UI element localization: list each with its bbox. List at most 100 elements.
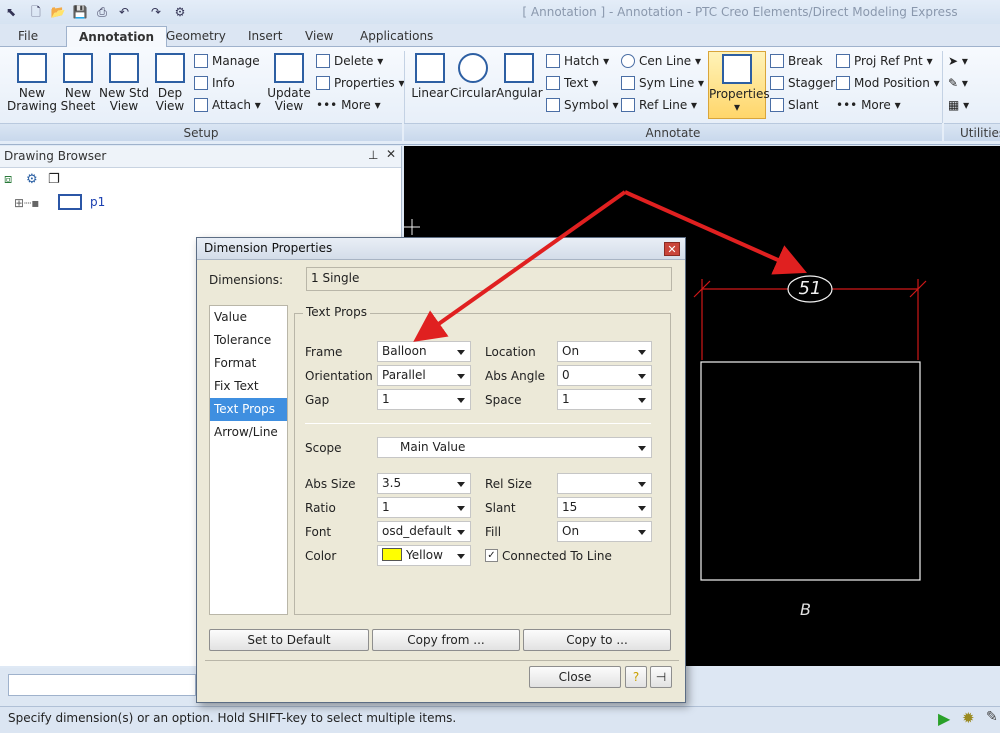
mod-position-button[interactable]: Mod Position ▾	[836, 74, 940, 92]
circular-button[interactable]: Circular	[450, 51, 496, 100]
property-nav: Value Tolerance Format Fix Text Text Pro…	[209, 305, 288, 615]
angular-button[interactable]: Angular	[496, 51, 543, 100]
dep-view-button[interactable]: Dep View	[150, 51, 190, 113]
new-sheet-button[interactable]: New Sheet	[58, 51, 98, 113]
table-tool-icon[interactable]: ▦ ▾	[948, 96, 969, 114]
ref-line-button[interactable]: Ref Line ▾	[621, 96, 697, 114]
attach-button[interactable]: Attach ▾	[194, 96, 261, 114]
slant-dropdown[interactable]: 15	[557, 497, 652, 518]
nav-item-format[interactable]: Format	[210, 352, 287, 375]
set-to-default-button[interactable]: Set to Default	[209, 629, 369, 651]
filter-icon[interactable]: ⚙	[26, 172, 38, 187]
dialog-close-icon[interactable]: ✕	[664, 242, 680, 256]
frame-dropdown[interactable]: Balloon	[377, 341, 471, 362]
mod-position-icon	[836, 76, 850, 90]
bug-icon[interactable]: ✹	[962, 709, 975, 727]
nav-item-tolerance[interactable]: Tolerance	[210, 329, 287, 352]
symbol-icon	[546, 98, 560, 112]
stagger-button[interactable]: Stagger	[770, 74, 835, 92]
ribbon: New Drawing New Sheet New Std View Dep V…	[0, 47, 1000, 145]
view-outline[interactable]	[700, 361, 921, 581]
text-button[interactable]: Text ▾	[546, 74, 598, 92]
fill-dropdown[interactable]: On	[557, 521, 652, 542]
edit-tool-icon[interactable]: ✎ ▾	[948, 74, 968, 92]
gap-dropdown[interactable]: 1	[377, 389, 471, 410]
orientation-dropdown[interactable]: Parallel	[377, 365, 471, 386]
angular-dimension-icon	[504, 53, 534, 83]
nav-item-value[interactable]: Value	[210, 306, 287, 329]
slant-button[interactable]: Slant	[770, 96, 819, 114]
chevron-down-icon	[457, 554, 465, 559]
tab-applications[interactable]: Applications	[348, 26, 445, 47]
properties-button[interactable]: Properties ▾	[708, 51, 770, 119]
abs-angle-dropdown[interactable]: 0	[557, 365, 652, 386]
cen-line-button[interactable]: Cen Line ▾	[621, 52, 701, 70]
connected-checkbox[interactable]: ✓	[485, 549, 498, 562]
chevron-down-icon	[638, 350, 646, 355]
fill-label: Fill	[485, 525, 502, 539]
more-annotate-button[interactable]: ••• More ▾	[836, 96, 901, 114]
new-std-view-button[interactable]: New Std View	[98, 51, 150, 113]
more-status-icon[interactable]: ✎	[986, 709, 998, 725]
rel-size-dropdown[interactable]	[557, 473, 652, 494]
tab-insert[interactable]: Insert	[236, 26, 294, 47]
location-dropdown[interactable]: On	[557, 341, 652, 362]
linear-button[interactable]: Linear	[410, 51, 450, 100]
proj-ref-pnt-button[interactable]: Proj Ref Pnt ▾	[836, 52, 933, 70]
font-dropdown[interactable]: osd_default	[377, 521, 471, 542]
nav-item-text-props[interactable]: Text Props	[210, 398, 287, 421]
more-setup-button[interactable]: ••• More ▾	[316, 96, 381, 114]
dep-view-icon	[155, 53, 185, 83]
properties-small-button[interactable]: Properties ▾	[316, 74, 405, 92]
tree-node-p1[interactable]: p1	[90, 195, 105, 209]
group-title: Text Props	[303, 305, 370, 319]
abs-size-dropdown[interactable]: 3.5	[377, 473, 471, 494]
nav-item-arrow-line[interactable]: Arrow/Line	[210, 421, 287, 444]
symmetry-line-icon	[621, 76, 635, 90]
slant-label: Slant	[485, 501, 516, 515]
sym-line-button[interactable]: Sym Line ▾	[621, 74, 704, 92]
tab-file[interactable]: File	[6, 26, 50, 47]
status-text: Specify dimension(s) or an option. Hold …	[8, 711, 457, 725]
annotate-group-label: Annotate	[404, 123, 942, 141]
delete-icon	[316, 54, 330, 68]
play-icon[interactable]: ▶	[938, 709, 950, 728]
update-view-button[interactable]: Update View	[266, 51, 312, 113]
color-dropdown[interactable]: Yellow	[377, 545, 471, 566]
pin-icon[interactable]: ⊥	[368, 148, 378, 162]
new-drawing-button[interactable]: New Drawing	[6, 51, 58, 113]
tab-geometry[interactable]: Geometry	[154, 26, 238, 47]
manage-button[interactable]: Manage	[194, 52, 260, 70]
command-input[interactable]	[8, 674, 196, 696]
copy-to-button[interactable]: Copy to ...	[523, 629, 671, 651]
hatch-button[interactable]: Hatch ▾	[546, 52, 609, 70]
manage-icon	[194, 54, 208, 68]
close-icon[interactable]: ✕	[386, 147, 396, 161]
break-button[interactable]: Break	[770, 52, 823, 70]
symbol-button[interactable]: Symbol ▾	[546, 96, 619, 114]
expand-icon[interactable]: ⊞┈▪	[14, 196, 39, 210]
copy-from-button[interactable]: Copy from ...	[372, 629, 520, 651]
ratio-dropdown[interactable]: 1	[377, 497, 471, 518]
chevron-down-icon	[457, 350, 465, 355]
pin-dialog-icon[interactable]: ⊣	[650, 666, 672, 688]
close-button[interactable]: Close	[529, 666, 621, 688]
space-dropdown[interactable]: 1	[557, 389, 652, 410]
delete-button[interactable]: Delete ▾	[316, 52, 383, 70]
utilities-group-label: Utilities	[944, 123, 1000, 141]
nav-item-fix-text[interactable]: Fix Text	[210, 375, 287, 398]
tab-view[interactable]: View	[293, 26, 345, 47]
new-std-view-icon	[109, 53, 139, 83]
tree-view-icon[interactable]: ⧈	[4, 172, 12, 187]
text-icon	[546, 76, 560, 90]
proj-ref-point-icon	[836, 54, 850, 68]
drawing-node-icon	[58, 194, 82, 210]
info-button[interactable]: Info	[194, 74, 235, 92]
scope-dropdown[interactable]: Main Value	[377, 437, 652, 458]
help-icon[interactable]: ?	[625, 666, 647, 688]
tab-annotation[interactable]: Annotation	[66, 26, 168, 48]
select-tool-icon[interactable]: ➤ ▾	[948, 52, 968, 70]
hatch-icon	[546, 54, 560, 68]
pages-icon[interactable]: ❐	[48, 172, 60, 187]
title-bar: ⬉ 🗋 📂 💾 ⎙ ↶ ↷ ⚙ [ Annotation ] - Annotat…	[0, 0, 1000, 24]
